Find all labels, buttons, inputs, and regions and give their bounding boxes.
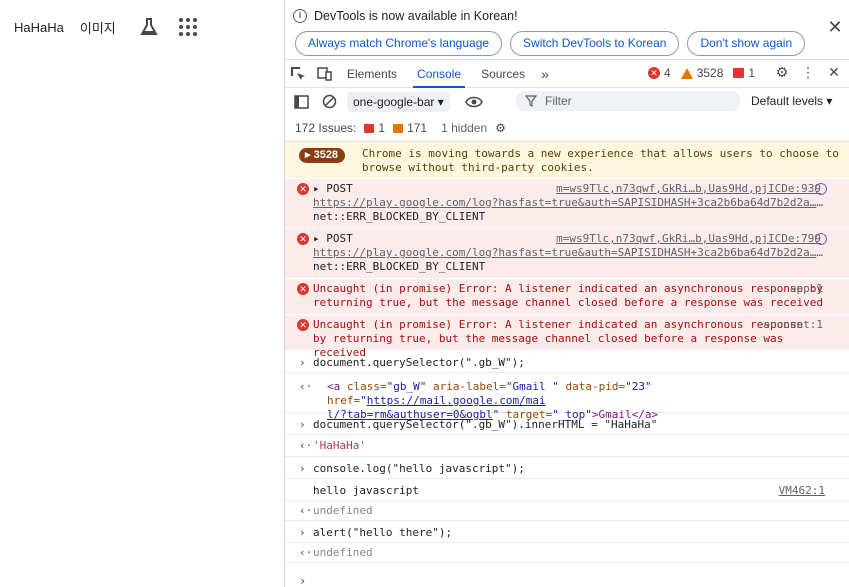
always-match-language-button[interactable]: Always match Chrome's language [295,31,503,56]
network-globe-icon[interactable] [815,233,827,245]
info-icon: i [293,9,307,23]
error-message[interactable]: ✕ ▸ POST m=ws9Tlc,n73qwf,GkRi…b,Uas9Hd,p… [285,229,849,279]
device-toolbar-icon[interactable] [311,61,337,87]
settings-gear-icon[interactable]: ⚙ [771,64,793,81]
images-link[interactable]: 이미지 [80,18,116,37]
profile-name-link[interactable]: HaHaHa [14,20,64,35]
input-chevron-icon: › [299,356,306,369]
more-tabs-icon[interactable]: » [535,66,555,82]
labs-flask-icon[interactable] [138,16,160,38]
result-arrow-icon: ‹· [299,439,313,452]
console-result[interactable]: ‹· 'HaHaHa' [285,435,849,457]
close-devtools-icon[interactable]: ✕ [823,64,845,81]
switch-to-korean-button[interactable]: Switch DevTools to Korean [510,31,680,56]
console-messages: ▸ 3528 Chrome is moving towards a new ex… [285,142,849,587]
language-banner: i DevTools is now available in Korean! A… [285,0,849,60]
context-selector[interactable]: one-google-bar ▾ [347,91,450,112]
close-banner-icon[interactable]: ✕ [827,18,843,36]
warning-message[interactable]: ▸ 3528 Chrome is moving towards a new ex… [285,142,849,179]
orange-issue-count: 171 [407,121,428,135]
console-input-line[interactable]: › alert("hello there"); [285,521,849,543]
request-url-link[interactable]: https://play.google.com/log?hasfast=true… [313,246,828,260]
console-log-output[interactable]: hello javascript VM462:1 [285,479,849,501]
source-link[interactable]: m=ws9Tlc,n73qwf,GkRi…b,Uas9Hd,pjICDe:799 [556,232,821,246]
issues-label: 172 Issues: [295,121,357,135]
warning-count: 3528 [696,66,724,80]
warning-repeat-badge: ▸ 3528 [299,148,346,163]
request-url-link[interactable]: https://play.google.com/log?hasfast=true… [313,196,828,210]
orange-issue-icon [393,123,404,133]
error-icon: ✕ [297,183,309,195]
console-input-line[interactable]: › document.querySelector(".gb_W").innerH… [285,413,849,435]
console-result[interactable]: ‹· undefined [285,501,849,521]
source-link[interactable]: app:1 [790,282,823,296]
issues-settings-icon[interactable]: ⚙ [495,121,506,135]
network-globe-icon[interactable] [815,183,827,195]
red-issue-count: 1 [378,121,386,135]
hidden-issues: 1 hidden [441,121,488,135]
banner-message: DevTools is now available in Korean! [314,9,518,23]
devtools-tabbar: Elements Console Sources » ✕ 4 3528 1 ⚙ … [285,60,849,88]
live-expression-eye-icon[interactable] [462,90,486,114]
error-icon: ✕ [297,233,309,245]
google-top-nav: HaHaHa 이미지 [14,16,198,38]
source-link[interactable]: VM462:1 [779,484,825,498]
error-count-icon: ✕ [648,67,660,79]
tab-console[interactable]: Console [407,60,471,88]
console-input-line[interactable]: › document.querySelector(".gb_W"); [285,351,849,373]
error-count: 4 [664,66,671,80]
red-issue-icon [364,123,375,133]
issue-count: 1 [748,66,756,80]
log-levels-dropdown[interactable]: Default levels ▾ [751,94,832,108]
devtools-panel: i DevTools is now available in Korean! A… [284,0,849,587]
sidebar-toggle-icon[interactable] [289,90,313,114]
source-link[interactable]: account:1 [763,318,823,332]
console-input-line[interactable]: › console.log("hello javascript"); [285,457,849,479]
error-icon: ✕ [297,283,309,295]
google-page: HaHaHa 이미지 [0,0,284,587]
console-result-element[interactable]: ‹· <a class="gb_W" aria-label="Gmail " d… [285,373,849,421]
error-message[interactable]: ✕ ▸ POST m=ws9Tlc,n73qwf,GkRi…b,Uas9Hd,p… [285,179,849,229]
console-prompt[interactable]: › [299,574,306,587]
filter-input[interactable]: Filter [515,91,741,111]
warning-count-icon [680,67,693,79]
result-arrow-icon: ‹· [299,546,313,559]
input-chevron-icon: › [299,462,306,475]
source-link[interactable]: m=ws9Tlc,n73qwf,GkRi…b,Uas9Hd,pjICDe:939 [556,182,821,196]
result-arrow-icon: ‹· [299,380,313,393]
error-icon: ✕ [297,319,309,331]
filter-icon [525,95,537,107]
message-counts[interactable]: ✕ 4 3528 1 [648,66,755,80]
console-result[interactable]: ‹· undefined [285,543,849,563]
issues-bar[interactable]: 172 Issues: 1 171 1 hidden ⚙ [285,115,849,142]
tab-sources[interactable]: Sources [471,60,535,88]
gmail-href-link[interactable]: https://mail.google.com/mai [367,394,546,407]
input-chevron-icon: › [299,526,306,539]
dont-show-again-button[interactable]: Don't show again [687,31,806,56]
apps-grid-icon[interactable] [178,17,198,37]
console-toolbar: one-google-bar ▾ Filter Default levels ▾ [285,88,849,115]
tab-elements[interactable]: Elements [337,60,407,88]
result-arrow-icon: ‹· [299,504,313,517]
more-options-icon[interactable]: ⋮ [797,64,819,81]
error-message[interactable]: ✕ account:1 Uncaught (in promise) Error:… [285,315,849,359]
input-chevron-icon: › [299,418,306,431]
issue-count-icon [733,68,745,78]
inspect-element-icon[interactable] [285,61,311,87]
clear-console-icon[interactable] [317,90,341,114]
error-message[interactable]: ✕ app:1 Uncaught (in promise) Error: A l… [285,279,849,315]
filter-placeholder: Filter [545,94,572,108]
